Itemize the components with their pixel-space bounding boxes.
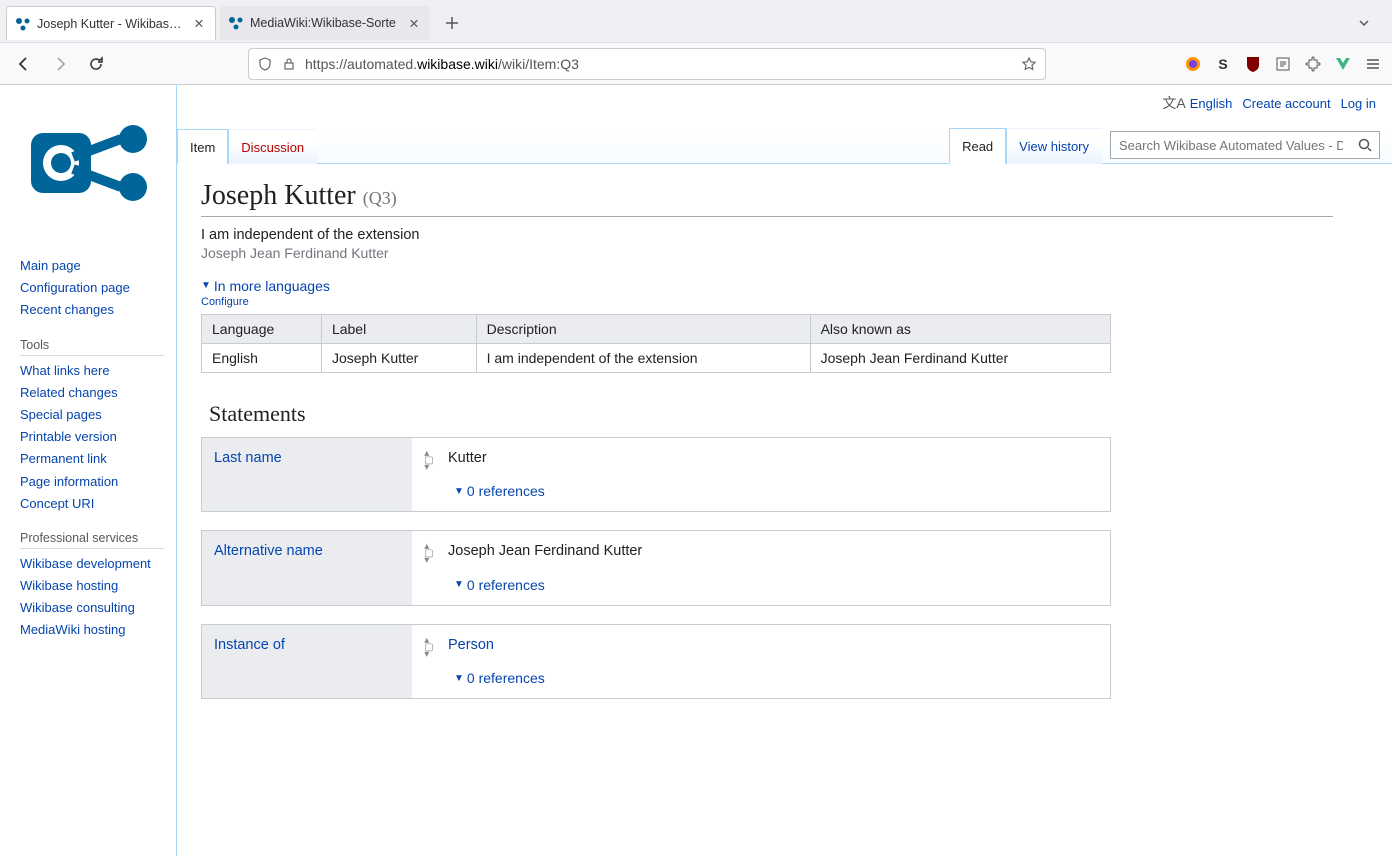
ublock-icon[interactable] (1244, 55, 1262, 73)
sidebar-nav-link-2[interactable]: Recent changes (20, 302, 114, 317)
tab-discussion[interactable]: Discussion (228, 129, 317, 164)
item-description: I am independent of the extension (201, 227, 1333, 243)
item-qid: (Q3) (363, 188, 397, 208)
sidebar-tools-link-4[interactable]: Permanent link (20, 451, 107, 466)
sidebar-nav-link-1[interactable]: Configuration page (20, 280, 130, 295)
language-link[interactable]: English (1190, 96, 1233, 111)
sidebar-pro-link-3[interactable]: MediaWiki hosting (20, 622, 126, 637)
create-account-link[interactable]: Create account (1242, 96, 1330, 111)
extensions-icon[interactable] (1304, 55, 1322, 73)
more-languages-toggle[interactable]: ▼ In more languages (201, 278, 330, 294)
url-bar[interactable]: https://automated.wikibase.wiki/wiki/Ite… (248, 48, 1046, 80)
search-button[interactable] (1351, 132, 1379, 158)
sidebar-tools-link-5[interactable]: Page information (20, 474, 118, 489)
termbox-cell-desc: I am independent of the extension (476, 343, 810, 372)
sidebar-tools-link-3[interactable]: Printable version (20, 429, 117, 444)
login-link[interactable]: Log in (1341, 96, 1376, 111)
tab-read[interactable]: Read (949, 128, 1006, 164)
term-header-description: Description (476, 314, 810, 343)
statement-value: Joseph Jean Ferdinand Kutter (448, 543, 1098, 564)
page-title: Joseph Kutter (Q3) (201, 180, 1333, 217)
top-links: 文A English Create account Log in (1162, 93, 1376, 113)
statement: Instance of ▴▢▾ Person ▼0 references (201, 624, 1111, 700)
url-text: https://automated.wikibase.wiki/wiki/Ite… (305, 56, 1013, 72)
sidebar-tools-link-2[interactable]: Special pages (20, 407, 102, 422)
star-icon[interactable] (1021, 56, 1037, 72)
reload-button[interactable] (82, 50, 110, 78)
forward-button[interactable] (46, 50, 74, 78)
sidebar: Main page Configuration page Recent change… (0, 85, 176, 856)
list-tabs-button[interactable] (1350, 9, 1378, 37)
sidebar-pro-link-1[interactable]: Wikibase hosting (20, 578, 118, 593)
sidebar-tools-link-0[interactable]: What links here (20, 363, 110, 378)
sidebar-pro-link-2[interactable]: Wikibase consulting (20, 600, 135, 615)
vue-icon[interactable] (1334, 55, 1352, 73)
sidebar-nav-link-0[interactable]: Main page (20, 258, 81, 273)
search-input[interactable] (1111, 138, 1351, 153)
firefox-logo-icon[interactable] (1184, 55, 1202, 73)
lock-icon (281, 56, 297, 72)
extension-s-icon[interactable]: S (1214, 55, 1232, 73)
item-aliases: Joseph Jean Ferdinand Kutter (201, 245, 1333, 261)
termbox-table: Language Label Description Also known as… (201, 314, 1111, 373)
browser-chrome: Joseph Kutter - Wikibase A ✕ MediaWiki:W… (0, 0, 1392, 85)
close-icon[interactable]: ✕ (406, 15, 422, 31)
browser-tab-title: Joseph Kutter - Wikibase A (37, 17, 185, 31)
wikibase-favicon (228, 15, 244, 31)
references-toggle[interactable]: ▼0 references (454, 577, 545, 593)
statement-value-link[interactable]: Person (448, 637, 494, 653)
close-icon[interactable]: ✕ (191, 16, 207, 32)
rank-selector-icon[interactable]: ▴▢▾ (420, 637, 438, 658)
search-box (1110, 131, 1380, 159)
sidebar-tools-link-1[interactable]: Related changes (20, 385, 118, 400)
menu-icon[interactable] (1364, 55, 1382, 73)
references-toggle[interactable]: ▼0 references (454, 483, 545, 499)
tab-item[interactable]: Item (177, 129, 228, 164)
termbox-cell-label: Joseph Kutter (321, 343, 476, 372)
statement-value: Kutter (448, 450, 1098, 471)
back-button[interactable] (10, 50, 38, 78)
browser-tab-title: MediaWiki:Wikibase-Sorte (250, 16, 400, 30)
references-toggle[interactable]: ▼0 references (454, 670, 545, 686)
configure-link[interactable]: Configure (201, 296, 1333, 308)
sidebar-tools-link-6[interactable]: Concept URI (20, 496, 94, 511)
tab-view-history[interactable]: View history (1006, 128, 1102, 164)
statement: Alternative name ▴▢▾ Joseph Jean Ferdinand… (201, 530, 1111, 606)
statement-property-link[interactable]: Alternative name (214, 543, 323, 559)
wikibase-logo[interactable] (20, 105, 155, 225)
chevron-down-icon: ▼ (201, 280, 211, 291)
sidebar-pro-link-0[interactable]: Wikibase development (20, 556, 151, 571)
sidebar-heading-pro: Professional services (20, 525, 164, 549)
statement-property-link[interactable]: Instance of (214, 637, 285, 653)
statement-property-link[interactable]: Last name (214, 450, 282, 466)
wikibase-favicon (15, 16, 31, 32)
termbox-cell-lang: English (202, 343, 322, 372)
language-icon: 文A (1162, 93, 1185, 113)
chevron-down-icon: ▼ (454, 673, 464, 684)
tab-bar: Joseph Kutter - Wikibase A ✕ MediaWiki:W… (0, 0, 1392, 42)
sidebar-heading-tools: Tools (20, 332, 164, 356)
term-header-aka: Also known as (810, 314, 1110, 343)
rank-selector-icon[interactable]: ▴▢▾ (420, 543, 438, 564)
rank-selector-icon[interactable]: ▴▢▾ (420, 450, 438, 471)
shield-icon (257, 56, 273, 72)
chevron-down-icon: ▼ (454, 579, 464, 590)
statements-heading: Statements (209, 401, 1333, 427)
browser-toolbar: https://automated.wikibase.wiki/wiki/Ite… (0, 42, 1392, 84)
reader-icon[interactable] (1274, 55, 1292, 73)
statement: Last name ▴▢▾ Kutter ▼0 references (201, 437, 1111, 513)
page-tabs: Item Discussion Read View history (177, 127, 1392, 164)
browser-tab-inactive[interactable]: MediaWiki:Wikibase-Sorte ✕ (220, 6, 430, 40)
browser-tab-active[interactable]: Joseph Kutter - Wikibase A ✕ (6, 6, 216, 40)
new-tab-button[interactable] (438, 9, 466, 37)
term-header-language: Language (202, 314, 322, 343)
statement-value: Person (448, 637, 1098, 658)
chevron-down-icon: ▼ (454, 486, 464, 497)
termbox-row: EnglishJoseph KutterI am independent of … (202, 343, 1111, 372)
term-header-label: Label (321, 314, 476, 343)
termbox-cell-aka: Joseph Jean Ferdinand Kutter (810, 343, 1110, 372)
